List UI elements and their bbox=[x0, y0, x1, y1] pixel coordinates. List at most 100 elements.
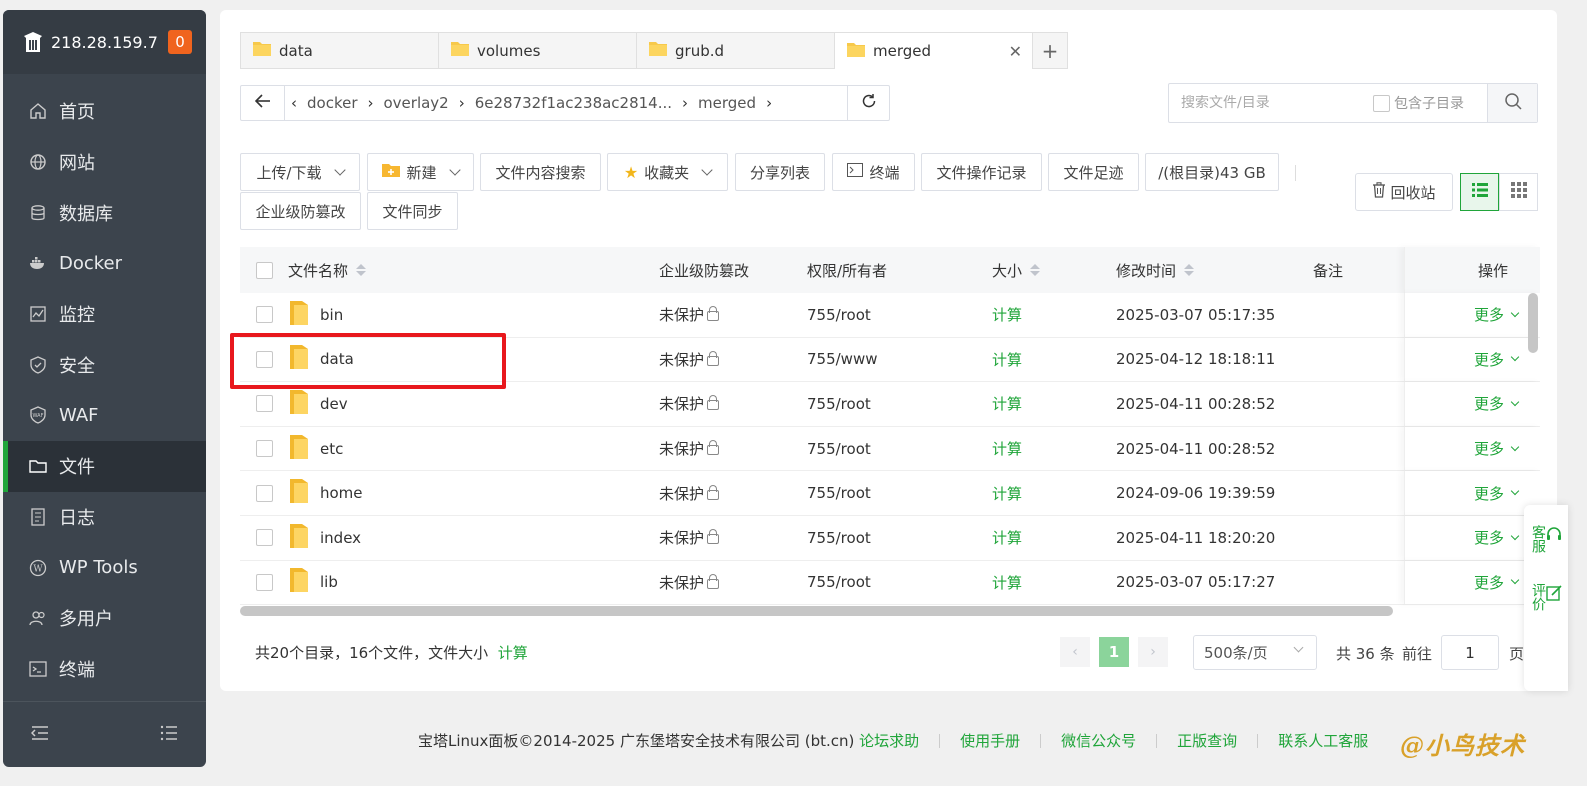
contact-support-link[interactable]: 联系人工客服 bbox=[1278, 730, 1368, 751]
table-row[interactable]: data 未保护 755/www 计算 2025-04-12 18:18:11 … bbox=[240, 337, 1540, 383]
sidebar-item-terminal[interactable]: 终端 bbox=[3, 644, 206, 695]
tab-grub-d[interactable]: grub.d bbox=[636, 32, 834, 69]
unlock-icon[interactable] bbox=[707, 573, 720, 589]
current-page[interactable]: 1 bbox=[1099, 637, 1129, 667]
sort-icon[interactable] bbox=[356, 264, 367, 276]
col-name[interactable]: 文件名称 bbox=[288, 260, 659, 281]
row-checkbox[interactable] bbox=[255, 529, 273, 547]
more-menu[interactable]: 更多 bbox=[1474, 572, 1520, 593]
permission[interactable]: 755/root bbox=[807, 440, 992, 458]
file-name[interactable]: dev bbox=[320, 395, 348, 413]
calc-size-link[interactable]: 计算 bbox=[992, 527, 1116, 548]
permission[interactable]: 755/root bbox=[807, 395, 992, 413]
permission[interactable]: 755/root bbox=[807, 306, 992, 324]
calc-size-link[interactable]: 计算 bbox=[992, 349, 1116, 370]
vertical-scrollbar[interactable] bbox=[1528, 293, 1538, 353]
chevron-left-icon[interactable]: ‹ bbox=[291, 94, 297, 112]
calc-size-link[interactable]: 计算 bbox=[992, 438, 1116, 459]
sidebar-item-home[interactable]: 首页 bbox=[3, 86, 206, 137]
unlock-icon[interactable] bbox=[707, 306, 720, 322]
unlock-icon[interactable] bbox=[707, 484, 720, 500]
row-checkbox[interactable] bbox=[255, 395, 273, 413]
tamper-protect-button[interactable]: 企业级防篡改 bbox=[240, 192, 361, 230]
close-tab-icon[interactable]: ✕ bbox=[1009, 42, 1022, 61]
customer-service-button[interactable]: 客服 bbox=[1530, 525, 1562, 553]
sidebar-item-waf[interactable]: WAF WAF bbox=[3, 390, 206, 441]
file-name[interactable]: bin bbox=[320, 306, 343, 324]
back-button[interactable] bbox=[241, 86, 285, 120]
calc-size-link[interactable]: 计算 bbox=[992, 304, 1116, 325]
table-row[interactable]: dev 未保护 755/root 计算 2025-04-11 00:28:52 … bbox=[240, 382, 1540, 427]
sidebar-item-logs[interactable]: 日志 bbox=[3, 492, 206, 543]
license-link[interactable]: 正版查询 bbox=[1177, 730, 1237, 751]
prev-page-button[interactable]: ‹ bbox=[1060, 637, 1090, 667]
more-menu[interactable]: 更多 bbox=[1474, 483, 1520, 504]
menu-list-icon[interactable] bbox=[160, 725, 178, 745]
wechat-link[interactable]: 微信公众号 bbox=[1061, 730, 1136, 751]
calc-size-link[interactable]: 计算 bbox=[992, 393, 1116, 414]
sort-icon[interactable] bbox=[1184, 264, 1195, 276]
file-name[interactable]: etc bbox=[320, 440, 343, 458]
sidebar-item-website[interactable]: 网站 bbox=[3, 137, 206, 188]
sidebar-item-multi-user[interactable]: 多用户 bbox=[3, 593, 206, 644]
permission[interactable]: 755/root bbox=[807, 573, 992, 591]
unlock-icon[interactable] bbox=[707, 350, 720, 366]
row-checkbox[interactable] bbox=[255, 573, 273, 591]
share-list-button[interactable]: 分享列表 bbox=[735, 153, 825, 191]
footprint-button[interactable]: 文件足迹 bbox=[1048, 153, 1139, 191]
search-input[interactable] bbox=[1169, 95, 1359, 111]
sidebar-item-docker[interactable]: Docker bbox=[3, 238, 206, 289]
sidebar-item-monitor[interactable]: 监控 bbox=[3, 289, 206, 340]
sidebar-item-files[interactable]: 文件 bbox=[3, 440, 206, 492]
sort-icon[interactable] bbox=[1030, 264, 1041, 276]
upload-download-button[interactable]: 上传/下载 bbox=[240, 153, 360, 191]
more-menu[interactable]: 更多 bbox=[1474, 527, 1520, 548]
calc-total-link[interactable]: 计算 bbox=[498, 644, 528, 662]
search-button[interactable] bbox=[1487, 84, 1537, 122]
sidebar-item-security[interactable]: 安全 bbox=[3, 339, 206, 390]
calc-size-link[interactable]: 计算 bbox=[992, 483, 1116, 504]
checkbox[interactable] bbox=[1373, 94, 1390, 112]
permission[interactable]: 755/www bbox=[807, 350, 992, 368]
sidebar-item-database[interactable]: 数据库 bbox=[3, 187, 206, 238]
table-row[interactable]: bin 未保护 755/root 计算 2025-03-07 05:17:35 … bbox=[240, 293, 1540, 338]
row-checkbox[interactable] bbox=[255, 306, 273, 324]
permission[interactable]: 755/root bbox=[807, 484, 992, 502]
new-button[interactable]: 新建 bbox=[367, 153, 474, 191]
forum-link[interactable]: 论坛求助 bbox=[859, 730, 919, 751]
recycle-bin-button[interactable]: 回收站 bbox=[1355, 173, 1453, 211]
favorites-button[interactable]: ★ 收藏夹 bbox=[607, 153, 728, 191]
select-all-checkbox[interactable] bbox=[255, 261, 273, 279]
table-row[interactable]: etc 未保护 755/root 计算 2025-04-11 00:28:52 … bbox=[240, 426, 1540, 472]
tab-data[interactable]: data bbox=[240, 32, 438, 69]
sidebar-item-wp-tools[interactable]: W WP Tools bbox=[3, 542, 206, 593]
calc-size-link[interactable]: 计算 bbox=[992, 572, 1116, 593]
horizontal-scrollbar[interactable] bbox=[240, 606, 1393, 616]
unlock-icon[interactable] bbox=[707, 529, 720, 545]
file-name[interactable]: lib bbox=[320, 573, 338, 591]
next-page-button[interactable]: › bbox=[1138, 637, 1168, 667]
refresh-button[interactable] bbox=[847, 86, 889, 120]
grid-view-button[interactable] bbox=[1499, 173, 1538, 211]
file-name[interactable]: index bbox=[320, 529, 361, 547]
table-row[interactable]: lib 未保护 755/root 计算 2025-03-07 05:17:27 … bbox=[240, 560, 1540, 606]
row-checkbox[interactable] bbox=[255, 350, 273, 368]
notification-badge[interactable]: 0 bbox=[168, 30, 192, 54]
manual-link[interactable]: 使用手册 bbox=[960, 730, 1020, 751]
table-row[interactable]: index 未保护 755/root 计算 2025-04-11 18:20:2… bbox=[240, 515, 1540, 561]
list-view-button[interactable] bbox=[1460, 173, 1499, 211]
more-menu[interactable]: 更多 bbox=[1474, 393, 1520, 414]
row-checkbox[interactable] bbox=[255, 440, 273, 458]
more-menu[interactable]: 更多 bbox=[1474, 304, 1520, 325]
include-subdir-checkbox[interactable]: 包含子目录 bbox=[1373, 93, 1464, 113]
collapse-sidebar-icon[interactable] bbox=[30, 725, 49, 745]
more-menu[interactable]: 更多 bbox=[1474, 349, 1520, 370]
page-size-select[interactable]: 500条/页 bbox=[1193, 635, 1317, 670]
terminal-button[interactable]: 终端 bbox=[832, 153, 915, 191]
tab-volumes[interactable]: volumes bbox=[438, 32, 636, 69]
unlock-icon[interactable] bbox=[707, 440, 720, 456]
row-checkbox[interactable] bbox=[255, 484, 273, 502]
col-size[interactable]: 大小 bbox=[992, 260, 1116, 281]
file-name[interactable]: home bbox=[320, 484, 363, 502]
crumb-merged[interactable]: merged bbox=[698, 94, 756, 112]
